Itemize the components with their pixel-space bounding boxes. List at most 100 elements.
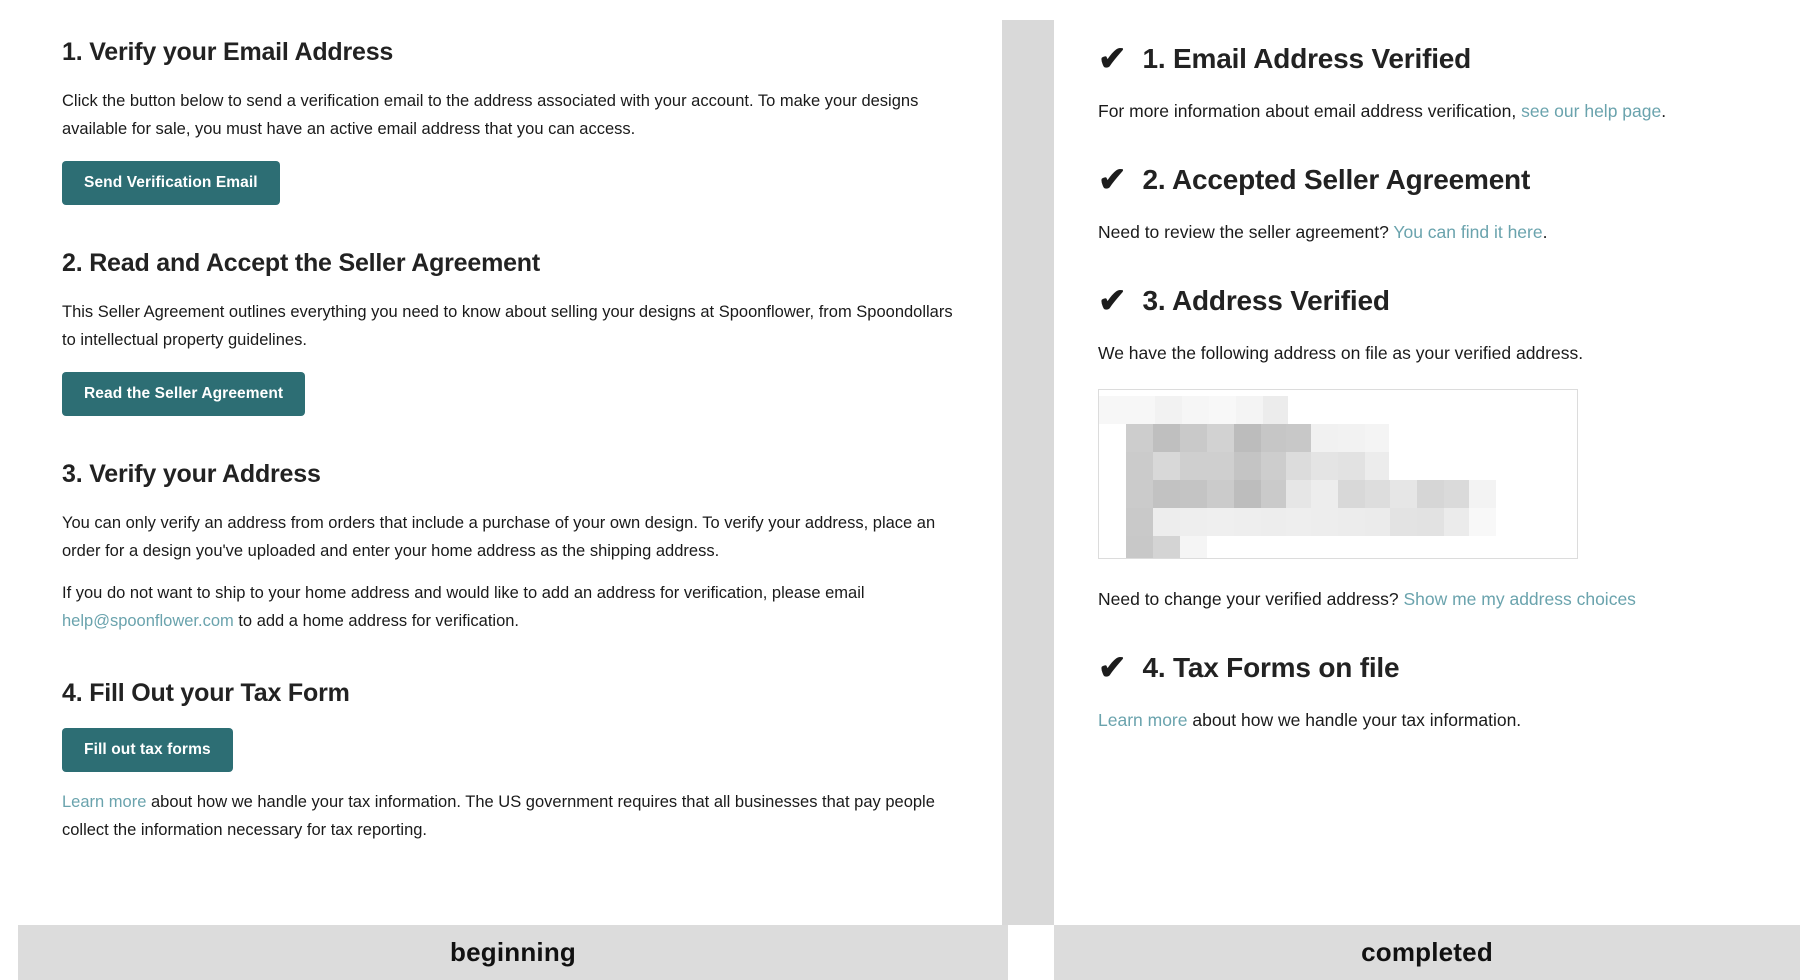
step-3-email-note: If you do not want to ship to your home …	[62, 579, 964, 635]
address-choices-link[interactable]: Show me my address choices	[1403, 589, 1635, 609]
redacted-spacer	[1099, 536, 1126, 558]
help-email-link[interactable]: help@spoonflower.com	[62, 612, 234, 630]
checkmark-icon: ✔	[1098, 40, 1127, 78]
redacted-block	[1338, 508, 1365, 536]
caption-bar-beginning: beginning	[18, 925, 1008, 980]
fill-out-tax-forms-button[interactable]: Fill out tax forms	[62, 728, 233, 772]
redacted-block	[1126, 508, 1153, 536]
step-4-footnote-text: about how we handle your tax information…	[62, 793, 935, 839]
seller-agreement-link[interactable]: You can find it here	[1393, 222, 1542, 242]
redacted-block	[1207, 480, 1234, 508]
redacted-block	[1207, 508, 1234, 536]
redacted-block	[1234, 452, 1261, 480]
redacted-block	[1444, 508, 1469, 536]
redacted-block	[1180, 452, 1207, 480]
redacted-block	[1207, 424, 1234, 452]
redacted-line	[1099, 536, 1577, 558]
completed-step-4-description: Learn more about how we handle your tax …	[1098, 706, 1756, 734]
redacted-block	[1236, 396, 1263, 424]
tax-learn-more-link[interactable]: Learn more	[1098, 710, 1188, 730]
completed-step-1-heading: 1. Email Address Verified	[1142, 43, 1472, 74]
step-4-heading: 4. Fill Out your Tax Form	[62, 679, 350, 707]
caption-label-beginning: beginning	[450, 937, 576, 967]
redacted-block	[1261, 424, 1286, 452]
redacted-spacer	[1099, 480, 1126, 508]
redacted-block	[1180, 508, 1207, 536]
redacted-block	[1311, 508, 1338, 536]
step-3-heading: 3. Verify your Address	[62, 460, 321, 488]
step-3-note-prefix: If you do not want to ship to your home …	[62, 584, 865, 602]
step-2-seller-agreement: 2. Read and Accept the Seller Agreement …	[62, 249, 964, 416]
redacted-block	[1153, 508, 1180, 536]
completed-step-4-suffix: about how we handle your tax information…	[1187, 710, 1522, 730]
completed-step-3-description: We have the following address on file as…	[1098, 343, 1584, 363]
redacted-block	[1286, 452, 1311, 480]
step-4-footnote: Learn more about how we handle your tax …	[62, 788, 964, 844]
help-page-link[interactable]: see our help page	[1521, 101, 1661, 121]
pane-divider	[1002, 20, 1054, 925]
redacted-spacer	[1099, 424, 1126, 452]
redacted-block	[1180, 536, 1207, 558]
read-seller-agreement-button[interactable]: Read the Seller Agreement	[62, 372, 306, 416]
send-verification-email-button[interactable]: Send Verification Email	[62, 161, 280, 205]
redacted-block	[1311, 424, 1338, 452]
redacted-block	[1263, 396, 1288, 424]
redacted-block	[1417, 508, 1444, 536]
redacted-block	[1234, 508, 1261, 536]
change-address-prefix: Need to change your verified address?	[1098, 589, 1404, 609]
redacted-block	[1311, 480, 1338, 508]
redacted-block	[1390, 480, 1417, 508]
completed-step-3-heading: 3. Address Verified	[1142, 285, 1390, 316]
completed-step-3-heading-row: ✔ 3. Address Verified	[1098, 282, 1756, 320]
redacted-block	[1338, 480, 1365, 508]
completed-step-2-prefix: Need to review the seller agreement?	[1098, 222, 1394, 242]
step-3-note-suffix: to add a home address for verification.	[233, 612, 520, 630]
redacted-block	[1390, 508, 1417, 536]
redacted-block	[1207, 452, 1234, 480]
completed-step-2-suffix: .	[1542, 222, 1548, 242]
step-3-verify-address: 3. Verify your Address You can only veri…	[62, 460, 964, 635]
completed-step-1-description: For more information about email address…	[1098, 97, 1756, 125]
redacted-block	[1365, 424, 1389, 452]
redacted-block	[1234, 424, 1261, 452]
redacted-block	[1286, 480, 1311, 508]
caption-bar-completed: completed	[1054, 925, 1800, 980]
checkmark-icon: ✔	[1098, 649, 1127, 687]
redacted-block	[1261, 480, 1286, 508]
comparison-stage: 1. Verify your Email Address Click the b…	[0, 0, 1800, 980]
step-2-heading: 2. Read and Accept the Seller Agreement	[62, 249, 541, 277]
redacted-block	[1365, 508, 1390, 536]
redacted-block	[1338, 424, 1365, 452]
redacted-line	[1099, 396, 1577, 424]
redacted-line	[1099, 452, 1577, 480]
completed-step-1-email-verified: ✔ 1. Email Address Verified For more inf…	[1098, 40, 1756, 125]
step-1-verify-email: 1. Verify your Email Address Click the b…	[62, 38, 964, 205]
completed-step-1-prefix: For more information about email address…	[1098, 101, 1522, 121]
redacted-block	[1365, 480, 1390, 508]
completed-step-4-heading-row: ✔ 4. Tax Forms on file	[1098, 649, 1756, 687]
redacted-block	[1099, 396, 1155, 424]
redacted-block	[1444, 480, 1469, 508]
redacted-line	[1099, 480, 1577, 508]
redacted-block	[1261, 452, 1286, 480]
redacted-block	[1311, 452, 1338, 480]
panel-beginning: 1. Verify your Email Address Click the b…	[18, 0, 1008, 925]
redacted-block	[1153, 536, 1180, 558]
redacted-block	[1338, 452, 1365, 480]
redacted-block	[1126, 424, 1153, 452]
completed-step-4-heading: 4. Tax Forms on file	[1142, 652, 1400, 683]
redacted-spacer	[1099, 452, 1126, 480]
redacted-block	[1286, 508, 1311, 536]
completed-step-2-heading-row: ✔ 2. Accepted Seller Agreement	[1098, 161, 1756, 199]
redacted-block	[1365, 452, 1389, 480]
redacted-block	[1153, 424, 1180, 452]
tax-learn-more-link[interactable]: Learn more	[62, 793, 146, 811]
redacted-block	[1469, 480, 1496, 508]
redacted-block	[1153, 452, 1180, 480]
checkmark-icon: ✔	[1098, 282, 1127, 320]
checkmark-icon: ✔	[1098, 161, 1127, 199]
redacted-line	[1099, 424, 1577, 452]
panel-completed: ✔ 1. Email Address Verified For more inf…	[1054, 0, 1800, 925]
redacted-line	[1099, 508, 1577, 536]
redacted-block	[1417, 480, 1444, 508]
